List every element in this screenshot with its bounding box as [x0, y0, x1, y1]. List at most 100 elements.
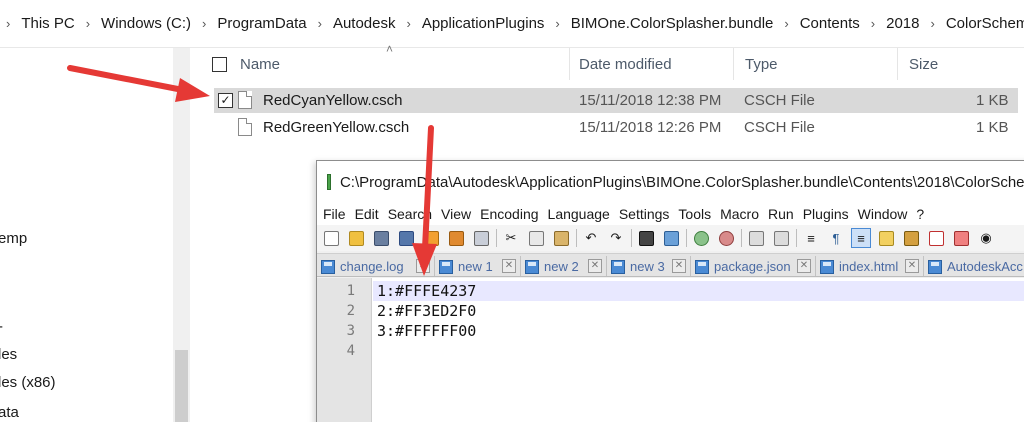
close-all-icon[interactable] [446, 228, 466, 248]
nav-item[interactable]: - [0, 318, 3, 335]
column-divider[interactable] [569, 48, 570, 80]
save-icon [695, 259, 709, 274]
replace-icon[interactable] [661, 228, 681, 248]
code-line[interactable]: 1:#FFFE4237 [377, 282, 476, 300]
menu-plugins[interactable]: Plugins [803, 206, 849, 222]
tab-package-json[interactable]: package.json ✕ [691, 256, 816, 276]
menu-search[interactable]: Search [388, 206, 432, 222]
tab-new-1[interactable]: new 1 ✕ [435, 256, 521, 276]
close-icon[interactable]: ✕ [672, 259, 686, 273]
close-icon[interactable]: ✕ [797, 259, 811, 273]
find-icon[interactable] [636, 228, 656, 248]
sync-vertical-icon[interactable] [746, 228, 766, 248]
text-editor[interactable]: 1 2 3 4 1:#FFFE4237 2:#FF3ED2F0 3:#FFFFF… [317, 278, 1024, 422]
tab-new-3[interactable]: new 3 ✕ [607, 256, 691, 276]
select-all-checkbox[interactable] [212, 57, 227, 72]
column-header-type[interactable]: Type [745, 56, 778, 73]
close-icon[interactable]: ✕ [905, 259, 919, 273]
file-name[interactable]: RedGreenYellow.csch [263, 119, 409, 136]
toolbar-separator [796, 229, 797, 247]
file-date-modified: 15/11/2018 12:26 PM [579, 119, 722, 136]
breadcrumb-item[interactable]: Contents [798, 15, 862, 32]
menu-help[interactable]: ? [916, 206, 924, 222]
menu-file[interactable]: File [323, 206, 346, 222]
doc-map-icon[interactable] [901, 228, 921, 248]
menu-language[interactable]: Language [548, 206, 610, 222]
breadcrumb-item[interactable]: Autodesk [331, 15, 398, 32]
code-line[interactable]: 3:#FFFFFF00 [377, 322, 476, 340]
cut-icon[interactable]: ✂ [501, 228, 521, 248]
save-all-icon[interactable] [396, 228, 416, 248]
monitoring-icon[interactable]: ◉ [976, 228, 996, 248]
menu-settings[interactable]: Settings [619, 206, 670, 222]
undo-icon[interactable]: ↶ [581, 228, 601, 248]
copy-icon[interactable] [526, 228, 546, 248]
close-icon[interactable]: ✕ [588, 259, 602, 273]
breadcrumb-item[interactable]: ProgramData [215, 15, 308, 32]
new-file-icon[interactable] [321, 228, 341, 248]
tab-autodesk[interactable]: AutodeskAcc [924, 256, 1024, 276]
line-number: 1 [346, 283, 355, 299]
open-folder-icon[interactable] [346, 228, 366, 248]
close-icon[interactable]: ✕ [502, 259, 516, 273]
column-divider[interactable] [733, 48, 734, 80]
save-icon [928, 259, 942, 274]
print-icon[interactable] [471, 228, 491, 248]
tab-index-html[interactable]: index.html ✕ [816, 256, 924, 276]
column-header-size[interactable]: Size [909, 56, 938, 73]
indent-guide-icon[interactable]: ≡ [851, 228, 871, 248]
notepad-app-icon [327, 174, 331, 190]
chevron-right-icon: › [317, 16, 322, 31]
column-header-row: ˄ Name Date modified Type Size [190, 42, 1024, 80]
breadcrumb-item[interactable]: BIMOne.ColorSplasher.bundle [569, 15, 776, 32]
menu-run[interactable]: Run [768, 206, 794, 222]
paste-icon[interactable] [551, 228, 571, 248]
chevron-right-icon: › [930, 16, 935, 31]
file-name[interactable]: RedCyanYellow.csch [263, 92, 403, 109]
menu-window[interactable]: Window [858, 206, 908, 222]
menu-edit[interactable]: Edit [355, 206, 379, 222]
user-language-icon[interactable] [876, 228, 896, 248]
column-header-name[interactable]: Name [240, 56, 280, 73]
nav-item[interactable]: les (x86) [0, 374, 56, 391]
breadcrumb-item[interactable]: ColorSchemes [944, 15, 1024, 32]
word-wrap-icon[interactable]: ≡ [801, 228, 821, 248]
window-titlebar[interactable]: C:\ProgramData\Autodesk\ApplicationPlugi… [317, 161, 1024, 203]
breadcrumb-item[interactable]: ApplicationPlugins [420, 15, 547, 32]
column-divider[interactable] [897, 48, 898, 80]
folder-workspace-icon[interactable] [951, 228, 971, 248]
nav-item[interactable]: les [0, 346, 17, 363]
tab-change-log[interactable]: change.log ✕ [317, 256, 435, 276]
code-line[interactable]: 2:#FF3ED2F0 [377, 302, 476, 320]
save-icon[interactable] [371, 228, 391, 248]
tab-new-2[interactable]: new 2 ✕ [521, 256, 607, 276]
column-header-date-modified[interactable]: Date modified [579, 56, 672, 73]
notepad-window: C:\ProgramData\Autodesk\ApplicationPlugi… [316, 160, 1024, 422]
breadcrumb-item[interactable]: This PC [19, 15, 76, 32]
menu-encoding[interactable]: Encoding [480, 206, 538, 222]
menu-macro[interactable]: Macro [720, 206, 759, 222]
breadcrumb-item[interactable]: Windows (C:) [99, 15, 193, 32]
sync-horizontal-icon[interactable] [771, 228, 791, 248]
show-all-characters-icon[interactable]: ¶ [826, 228, 846, 248]
menu-bar: File Edit Search View Encoding Language … [317, 203, 1024, 225]
line-number-gutter: 1 2 3 4 [317, 278, 372, 422]
breadcrumb-item[interactable]: 2018 [884, 15, 921, 32]
redo-icon[interactable]: ↷ [606, 228, 626, 248]
menu-view[interactable]: View [441, 206, 471, 222]
nav-scrollbar-thumb[interactable] [175, 350, 188, 422]
chevron-right-icon: › [870, 16, 876, 31]
zoom-out-icon[interactable] [716, 228, 736, 248]
function-list-icon[interactable] [926, 228, 946, 248]
row-checkbox[interactable]: ✓ [218, 93, 233, 108]
file-row[interactable]: RedGreenYellow.csch 15/11/2018 12:26 PM … [214, 115, 1018, 140]
zoom-in-icon[interactable] [691, 228, 711, 248]
close-icon[interactable]: ✕ [416, 259, 430, 273]
close-file-icon[interactable] [421, 228, 441, 248]
menu-tools[interactable]: Tools [678, 206, 711, 222]
nav-item[interactable]: emp [0, 230, 27, 247]
tab-label: new 2 [544, 259, 579, 274]
toolbar-separator [576, 229, 577, 247]
file-row[interactable]: ✓ RedCyanYellow.csch 15/11/2018 12:38 PM… [214, 88, 1018, 113]
nav-item[interactable]: ata [0, 404, 19, 421]
